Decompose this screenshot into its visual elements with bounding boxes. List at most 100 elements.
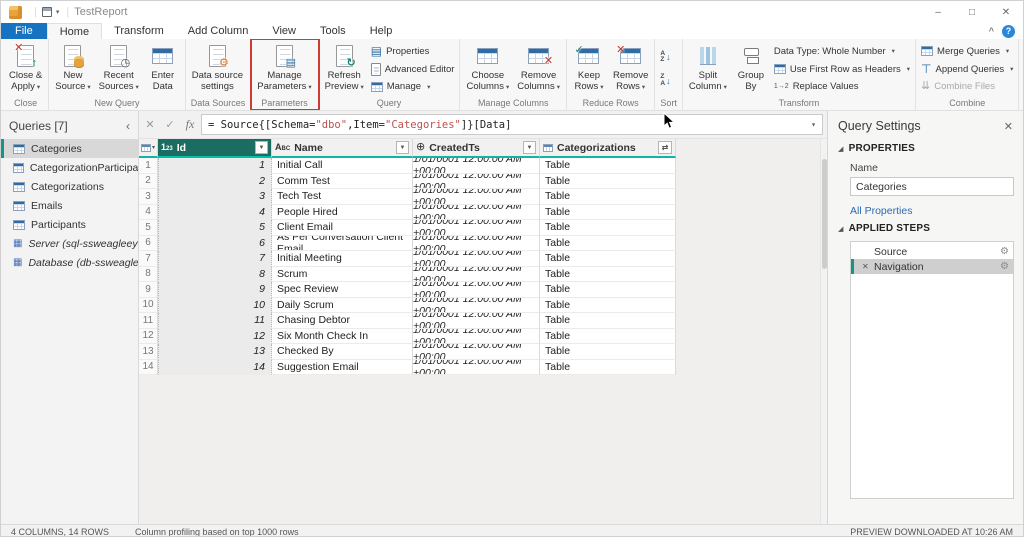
advanced-editor-button[interactable]: Advanced Editor: [371, 62, 455, 77]
data-type-whole-number-button[interactable]: Data Type: Whole Number▾: [774, 44, 910, 59]
cell-name[interactable]: Chasing Debtor: [272, 313, 413, 329]
query-name-input[interactable]: [850, 177, 1014, 196]
query-item-categorizationparticipants[interactable]: CategorizationParticipants: [1, 158, 138, 177]
cell-id[interactable]: 3: [158, 189, 272, 205]
cell-name[interactable]: Spec Review: [272, 282, 413, 298]
close-pane-icon[interactable]: ✕: [1004, 120, 1013, 133]
close-apply-button[interactable]: ✕↑Close &Apply▾: [6, 40, 45, 98]
cell-id[interactable]: 6: [158, 236, 272, 252]
cell-categorizations-link[interactable]: Table: [540, 267, 676, 283]
cell-categorizations-link[interactable]: Table: [540, 313, 676, 329]
recent-sources-button[interactable]: ◷RecentSources▾: [96, 40, 142, 98]
save-icon[interactable]: [42, 7, 52, 17]
group-by-button[interactable]: GroupBy: [732, 40, 770, 98]
query-item-server-sql-ssweagleeye[interactable]: ▦Server (sql-ssweagleeye-...: [1, 234, 138, 253]
use-first-row-as-headers-button[interactable]: Use First Row as Headers▾: [774, 62, 910, 77]
cell-categorizations-link[interactable]: Table: [540, 360, 676, 376]
cell-createdts[interactable]: 1/01/0001 12:00:00 AM +00:00: [413, 282, 540, 298]
formula-input[interactable]: = Source{[Schema="dbo",Item="Categories"…: [201, 114, 823, 135]
row-number[interactable]: 1: [139, 158, 158, 174]
cell-id[interactable]: 2: [158, 174, 272, 190]
cell-id[interactable]: 13: [158, 344, 272, 360]
cell-createdts[interactable]: 1/01/0001 12:00:00 AM +00:00: [413, 236, 540, 252]
new-source-button[interactable]: NewSource▾: [52, 40, 93, 98]
collapse-pane-icon[interactable]: ‹: [126, 119, 130, 133]
append-queries-button[interactable]: ⊤Append Queries▾: [921, 62, 1013, 77]
minimize-button[interactable]: –: [921, 1, 955, 23]
column-header-categorizations[interactable]: Categorizations⇄: [540, 139, 676, 158]
cell-name[interactable]: Checked By: [272, 344, 413, 360]
cell-id[interactable]: 12: [158, 329, 272, 345]
select-all-corner[interactable]: ▾: [139, 139, 158, 158]
cell-name[interactable]: Initial Call: [272, 158, 413, 174]
tab-view[interactable]: View: [260, 23, 308, 39]
split-column-button[interactable]: SplitColumn▾: [686, 40, 730, 98]
cell-createdts[interactable]: 1/01/0001 12:00:00 AM +00:00: [413, 267, 540, 283]
row-number[interactable]: 5: [139, 220, 158, 236]
cell-createdts[interactable]: 1/01/0001 12:00:00 AM +00:00: [413, 344, 540, 360]
filter-dropdown-icon[interactable]: ▼: [255, 141, 268, 154]
commit-formula-icon[interactable]: ✓: [161, 116, 179, 134]
applied-steps-section-header[interactable]: ◢ APPLIED STEPS: [838, 223, 1013, 234]
cell-name[interactable]: Initial Meeting: [272, 251, 413, 267]
cell-id[interactable]: 10: [158, 298, 272, 314]
quick-access-caret-icon[interactable]: ▾: [56, 8, 60, 16]
scrollbar-thumb[interactable]: [822, 159, 827, 269]
cell-createdts[interactable]: 1/01/0001 12:00:00 AM +00:00: [413, 174, 540, 190]
query-item-categorizations[interactable]: Categorizations: [1, 177, 138, 196]
cell-id[interactable]: 4: [158, 205, 272, 221]
row-number[interactable]: 14: [139, 360, 158, 376]
tab-transform[interactable]: Transform: [102, 23, 176, 39]
properties-section-header[interactable]: ◢ PROPERTIES: [838, 143, 1013, 154]
cell-categorizations-link[interactable]: Table: [540, 298, 676, 314]
tab-help[interactable]: Help: [358, 23, 405, 39]
cell-id[interactable]: 5: [158, 220, 272, 236]
step-settings-gear-icon[interactable]: ⚙: [1000, 261, 1009, 272]
tab-add-column[interactable]: Add Column: [176, 23, 261, 39]
enter-data-button[interactable]: EnterData: [144, 40, 182, 98]
cell-createdts[interactable]: 1/01/0001 12:00:00 AM +00:00: [413, 298, 540, 314]
cell-categorizations-link[interactable]: Table: [540, 205, 676, 221]
row-number[interactable]: 10: [139, 298, 158, 314]
cancel-formula-icon[interactable]: ✕: [141, 116, 159, 134]
cell-createdts[interactable]: 1/01/0001 12:00:00 AM +00:00: [413, 205, 540, 221]
column-header-createdts[interactable]: ⊕CreatedTs▼: [413, 139, 540, 158]
row-number[interactable]: 13: [139, 344, 158, 360]
merge-queries-button[interactable]: Merge Queries▾: [921, 44, 1013, 59]
cell-createdts[interactable]: 1/01/0001 12:00:00 AM +00:00: [413, 329, 540, 345]
row-number[interactable]: 4: [139, 205, 158, 221]
row-number[interactable]: 8: [139, 267, 158, 283]
query-item-database-db-ssweagleey[interactable]: ▦Database (db-ssweagleey...: [1, 253, 138, 272]
row-number[interactable]: 6: [139, 236, 158, 252]
cell-id[interactable]: 7: [158, 251, 272, 267]
column-header-name[interactable]: ABCName▼: [272, 139, 413, 158]
cell-name[interactable]: People Hired: [272, 205, 413, 221]
cell-createdts[interactable]: 1/01/0001 12:00:00 AM +00:00: [413, 220, 540, 236]
cell-id[interactable]: 9: [158, 282, 272, 298]
cell-categorizations-link[interactable]: Table: [540, 236, 676, 252]
close-button[interactable]: ✕: [989, 1, 1023, 23]
cell-createdts[interactable]: 1/01/0001 12:00:00 AM +00:00: [413, 189, 540, 205]
properties-button[interactable]: ▤Properties: [371, 44, 455, 59]
applied-step-navigation[interactable]: ✕Navigation⚙: [851, 259, 1013, 274]
cell-name[interactable]: Client Email: [272, 220, 413, 236]
cell-categorizations-link[interactable]: Table: [540, 282, 676, 298]
tab-tools[interactable]: Tools: [308, 23, 358, 39]
row-number[interactable]: 3: [139, 189, 158, 205]
cell-categorizations-link[interactable]: Table: [540, 344, 676, 360]
remove-rows-button[interactable]: ✕RemoveRows▾: [610, 40, 651, 98]
vertical-scrollbar[interactable]: [820, 139, 827, 524]
row-number[interactable]: 11: [139, 313, 158, 329]
row-number[interactable]: 7: [139, 251, 158, 267]
keep-rows-button[interactable]: ✓KeepRows▾: [570, 40, 608, 98]
row-number[interactable]: 9: [139, 282, 158, 298]
data-source-settings-button[interactable]: ⚙Data sourcesettings: [189, 40, 246, 98]
tab-file[interactable]: File: [1, 23, 47, 39]
manage-button[interactable]: Manage▾: [371, 79, 455, 94]
cell-name[interactable]: As Per Conversation Client Email: [272, 236, 413, 252]
cell-id[interactable]: 11: [158, 313, 272, 329]
filter-dropdown-icon[interactable]: ▼: [523, 141, 536, 154]
cell-createdts[interactable]: 1/01/0001 12:00:00 AM +00:00: [413, 251, 540, 267]
delete-step-icon[interactable]: ✕: [862, 262, 874, 271]
sort-ascending-button[interactable]: AZ↓: [660, 50, 670, 65]
